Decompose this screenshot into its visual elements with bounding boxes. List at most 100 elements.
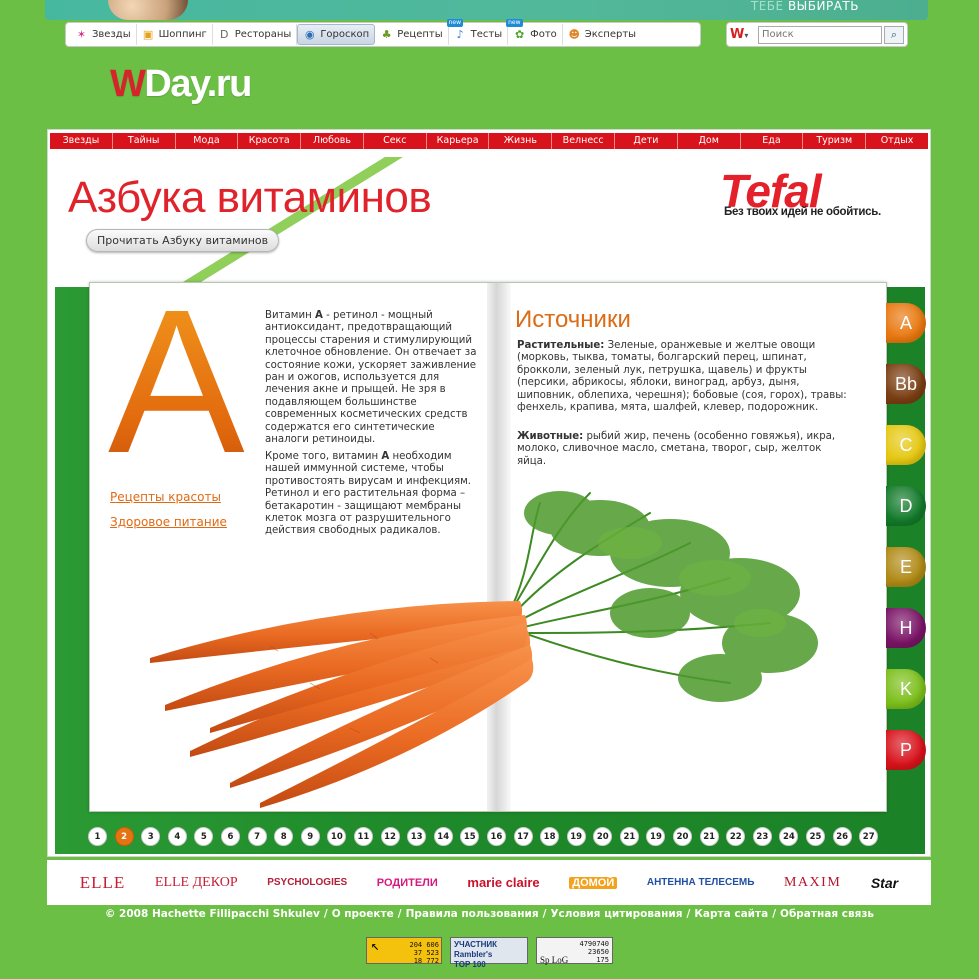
page-button[interactable]: 27 — [859, 826, 879, 846]
page-button[interactable]: 1 — [88, 826, 107, 846]
page-button[interactable]: 8 — [274, 826, 294, 846]
brand-marie-claire[interactable]: marie claire — [467, 875, 539, 890]
footer-link-5[interactable]: Обратная связь — [780, 908, 874, 920]
page-button[interactable]: 7 — [247, 826, 267, 846]
vitamin-tab-k[interactable]: K — [886, 669, 926, 709]
category-2[interactable]: Мода — [176, 133, 239, 149]
nav-item-4[interactable]: ♣ Рецепты — [375, 24, 449, 45]
page-button[interactable]: 20 — [593, 826, 613, 846]
vitamin-tab-h[interactable]: H — [886, 608, 926, 648]
page-button[interactable]: 16 — [486, 826, 506, 846]
brand-roditeli[interactable]: РОДИТЕЛИ — [377, 877, 438, 889]
page-button[interactable]: 21 — [699, 826, 719, 846]
brand-elle[interactable]: ELLE — [80, 873, 126, 893]
new-badge: new — [446, 19, 464, 27]
nav-item-label: Эксперты — [584, 29, 637, 40]
nav-item-5[interactable]: new ♪ Тесты — [446, 19, 509, 45]
nav-item-6[interactable]: new ✿ Фото — [506, 19, 563, 45]
page-button[interactable]: 20 — [673, 826, 693, 846]
page-button[interactable]: 25 — [806, 826, 826, 846]
nav-item-label: Фото — [530, 29, 557, 40]
brand-star[interactable]: Star — [871, 875, 898, 891]
category-3[interactable]: Красота — [238, 133, 302, 149]
banner-text[interactable]: ТЕБЕ ВЫБИРАТЬ — [751, 0, 859, 12]
category-6[interactable]: Карьера — [427, 133, 490, 149]
search-engine-logo[interactable]: W▾ — [730, 27, 758, 42]
category-8[interactable]: Велнесс — [552, 133, 616, 149]
footer-link-1[interactable]: О проекте — [332, 908, 394, 920]
nav-item-label: Рестораны — [234, 29, 292, 40]
category-12[interactable]: Туризм — [803, 133, 867, 149]
nav-item-0[interactable]: ✶ Звезды — [70, 24, 137, 45]
rambler-top100-counter[interactable]: УЧАСТНИК Rambler's TOP 100 — [450, 937, 528, 969]
vitamin-tab-d[interactable]: D — [886, 486, 926, 526]
page-button[interactable]: 5 — [194, 826, 214, 846]
nav-item-7[interactable]: ☻ Эксперты — [563, 24, 641, 45]
page-button[interactable]: 3 — [141, 826, 161, 846]
page-button[interactable]: 6 — [220, 826, 240, 846]
brand-domoy[interactable]: ДОМОЙ — [569, 876, 618, 889]
liveinternet-counter[interactable]: 204 60637 52318 772 — [366, 937, 442, 965]
category-7[interactable]: Жизнь — [489, 133, 553, 149]
category-10[interactable]: Дом — [678, 133, 741, 149]
brand-elle-decor[interactable]: ELLE ДЕКОР — [155, 875, 238, 889]
page-button[interactable]: 24 — [779, 826, 799, 846]
sources-heading: Источники — [515, 306, 631, 333]
search-box: W▾ ⌕ — [726, 22, 908, 47]
page-button[interactable]: 18 — [540, 826, 560, 846]
nav-item-3[interactable]: ◉ Гороскоп — [297, 24, 376, 45]
vitamin-tab-e[interactable]: E — [886, 547, 926, 587]
vitamin-tab-c[interactable]: C — [886, 425, 926, 465]
vitamin-description-1: Витамин А - ретинол - мощный антиоксидан… — [265, 310, 477, 446]
nav-item-label: Шоппинг — [158, 29, 207, 40]
page-button[interactable]: 9 — [300, 826, 320, 846]
page-button[interactable]: 23 — [752, 826, 772, 846]
page-button[interactable]: 19 — [646, 826, 666, 846]
page-button[interactable]: 14 — [433, 826, 453, 846]
page-button[interactable]: 11 — [353, 826, 373, 846]
read-alphabet-button[interactable]: Прочитать Азбуку витаминов — [86, 229, 280, 252]
category-4[interactable]: Любовь — [301, 133, 364, 149]
page-button[interactable]: 12 — [380, 826, 400, 846]
footer-link-2[interactable]: Правила пользования — [406, 908, 539, 920]
nav-item-label: Звезды — [92, 29, 131, 40]
page-button[interactable]: 13 — [407, 826, 427, 846]
page-button[interactable]: 21 — [619, 826, 639, 846]
brand-maxim[interactable]: MAXIM — [784, 875, 841, 891]
star-icon: ✶ — [76, 28, 87, 41]
vitamin-tab-bb[interactable]: Bb — [886, 364, 926, 404]
category-13[interactable]: Отдых — [866, 133, 928, 149]
page-button[interactable]: 26 — [832, 826, 852, 846]
page-button[interactable]: 19 — [566, 826, 586, 846]
search-input[interactable] — [758, 25, 882, 44]
page-button[interactable]: 2 — [114, 826, 134, 846]
page-button[interactable]: 15 — [460, 826, 480, 846]
page-button[interactable]: 10 — [327, 826, 347, 846]
nav-item-1[interactable]: ▣ Шоппинг — [137, 24, 213, 45]
shopping-bag-icon: ▣ — [142, 28, 154, 41]
service-nav-bar: ✶ Звезды ▣ Шоппинг D Рестораны ◉ Гороскоп ♣ Рецеп… — [65, 19, 701, 47]
vitamin-tab-p[interactable]: P — [886, 730, 926, 770]
footer-link-0: © 2008 Hachette Fillipacchi Shkulev — [104, 908, 320, 920]
spylog-counter[interactable]: 4790740 23650 Sp LoG 175 — [536, 937, 613, 965]
category-1[interactable]: Тайны — [113, 133, 176, 149]
vitamin-book: A Рецепты красоты Здоровое питание Витам… — [89, 282, 887, 812]
category-0[interactable]: Звезды — [50, 133, 113, 149]
category-9[interactable]: Дети — [615, 133, 678, 149]
site-logo[interactable]: WDay.ru — [110, 62, 252, 106]
category-5[interactable]: Секс — [364, 133, 427, 149]
nav-item-2[interactable]: D Рестораны — [213, 24, 298, 45]
banner-photo[interactable] — [108, 0, 188, 20]
page-button[interactable]: 22 — [726, 826, 746, 846]
page-button[interactable]: 4 — [167, 826, 187, 846]
brand-psychologies[interactable]: PSYCHOLOGIES — [267, 877, 347, 888]
footer-link-3[interactable]: Условия цитирования — [550, 908, 682, 920]
footer-link-4[interactable]: Карта сайта — [694, 908, 768, 920]
nav-item-label: Рецепты — [397, 29, 443, 40]
vitamin-tab-a[interactable]: A — [886, 303, 926, 343]
page-button[interactable]: 17 — [513, 826, 533, 846]
brand-antenna[interactable]: АНТЕННА ТЕЛЕСЕМЬ — [647, 877, 755, 888]
category-11[interactable]: Еда — [741, 133, 804, 149]
new-badge: new — [506, 19, 523, 27]
search-button[interactable]: ⌕ — [884, 25, 904, 44]
